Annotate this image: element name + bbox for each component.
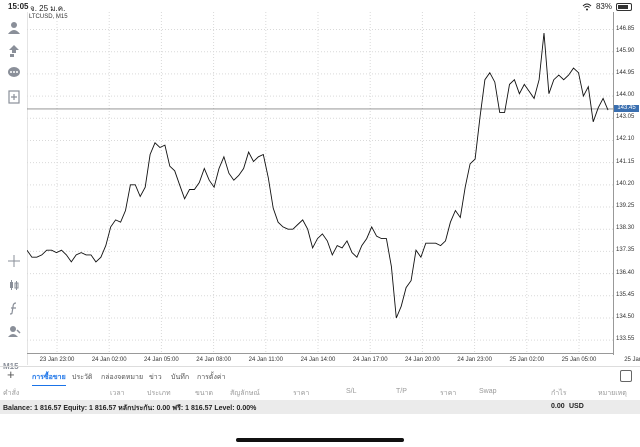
price-axis: 146.85 145.90 144.95 144.00 143.05 142.10 141.… [613,12,640,355]
y-tick-label: 138.30 [616,225,635,232]
y-tick-label: 141.15 [616,158,635,165]
status-bar: 15:05 จ. 25 ม.ค. 83% [0,0,640,13]
balance-row: Balance: 1 816.57 Equity: 1 816.57 หลักป… [0,400,640,414]
candles-icon[interactable] [5,276,22,293]
y-tick-label: 135.45 [616,291,635,298]
y-tick-label: 136.40 [616,269,635,276]
x-tick-label: 23 Jan 23:00 [39,357,75,363]
x-tick-label: 24 Jan 08:00 [196,357,231,363]
y-tick-label: 143.05 [616,114,635,121]
price-chart[interactable] [26,12,632,353]
col-order: คำสั่ง [3,390,20,397]
account-icon[interactable] [5,18,22,35]
wifi-icon [582,3,592,10]
x-tick-label: 24 Jan 20:00 [405,357,440,363]
battery-level [618,4,628,9]
col-sl: S/L [346,388,357,395]
x-tick-label: 24 Jan 23:00 [457,357,492,363]
time-axis: 23 Jan 23:00 24 Jan 02:00 24 Jan 05:00 24 J… [27,353,640,366]
toolbox-tabs: + การซื้อขาย ประวัติ กล่องจดหมาย ข่าว บั… [0,366,640,386]
status-right: 83% [582,2,632,11]
x-tick-label: 24 Jan 17:00 [352,357,388,363]
crosshair-icon[interactable] [5,252,22,269]
x-tick-label: 25 Jan 02:00 [509,357,545,363]
add-chart-icon[interactable] [5,88,22,105]
y-tick-label: 140.20 [616,180,635,187]
add-icon[interactable]: + [7,367,15,382]
col-symbol: สัญลักษณ์ [230,390,260,397]
y-tick-label: 146.85 [616,25,635,32]
x-tick-label: 25 Jan 08:00 [624,357,640,363]
tab-mailbox[interactable]: กล่องจดหมาย [101,372,143,383]
chart-area[interactable]: LTCUSD, M15 [26,12,632,353]
account-currency: USD [569,403,584,410]
x-tick-label: 24 Jan 02:00 [91,357,127,363]
col-profit: กำไร [551,390,567,397]
y-tick-label: 142.10 [616,136,635,143]
balance-summary: Balance: 1 816.57 Equity: 1 816.57 หลักป… [3,405,257,412]
total-profit: 0.00 [551,403,565,410]
status-time: 15:05 [8,2,29,11]
col-price-current: ราคา [440,390,457,397]
tab-news[interactable]: ข่าว [149,372,162,383]
expand-icon[interactable] [620,370,632,382]
y-tick-label: 137.35 [616,247,635,254]
battery-percent: 83% [595,2,612,11]
symbol-label: LTCUSD, M15 [29,14,68,20]
col-volume: ขนาด [195,390,214,397]
col-swap: Swap [479,388,497,395]
battery-icon [616,2,632,11]
x-tick-label: 25 Jan 05:00 [561,357,597,363]
indicators-icon[interactable] [5,299,22,316]
x-tick-label: 24 Jan 14:00 [300,357,336,363]
objects-icon[interactable] [5,322,22,339]
col-type: ประเภท [147,390,171,397]
chat-icon[interactable] [5,64,22,81]
y-tick-label: 133.55 [616,336,635,343]
tab-journal[interactable]: บันทึก [171,372,189,383]
col-tp: T/P [396,388,407,395]
col-time: เวลา [110,390,125,397]
y-tick-label: 144.00 [616,92,635,99]
home-indicator [236,438,404,442]
x-tick-label: 24 Jan 05:00 [144,357,179,363]
trade-icon[interactable] [5,42,22,59]
tab-history[interactable]: ประวัติ [72,372,92,383]
orders-table-header: คำสั่ง เวลา ประเภท ขนาด สัญลักษณ์ ราคา S… [0,384,640,399]
tab-settings[interactable]: การตั้งค่า [197,372,226,383]
current-price-tag: 143.45 [614,105,639,113]
col-comment: หมายเหตุ [598,390,627,397]
y-tick-label: 145.90 [616,47,635,54]
left-toolbar: M15 [0,12,28,371]
y-tick-label: 144.95 [616,69,635,76]
col-price: ราคา [293,390,310,397]
y-tick-label: 139.25 [616,203,635,210]
y-tick-label: 134.50 [616,313,635,320]
x-tick-label: 24 Jan 11:00 [248,357,283,363]
